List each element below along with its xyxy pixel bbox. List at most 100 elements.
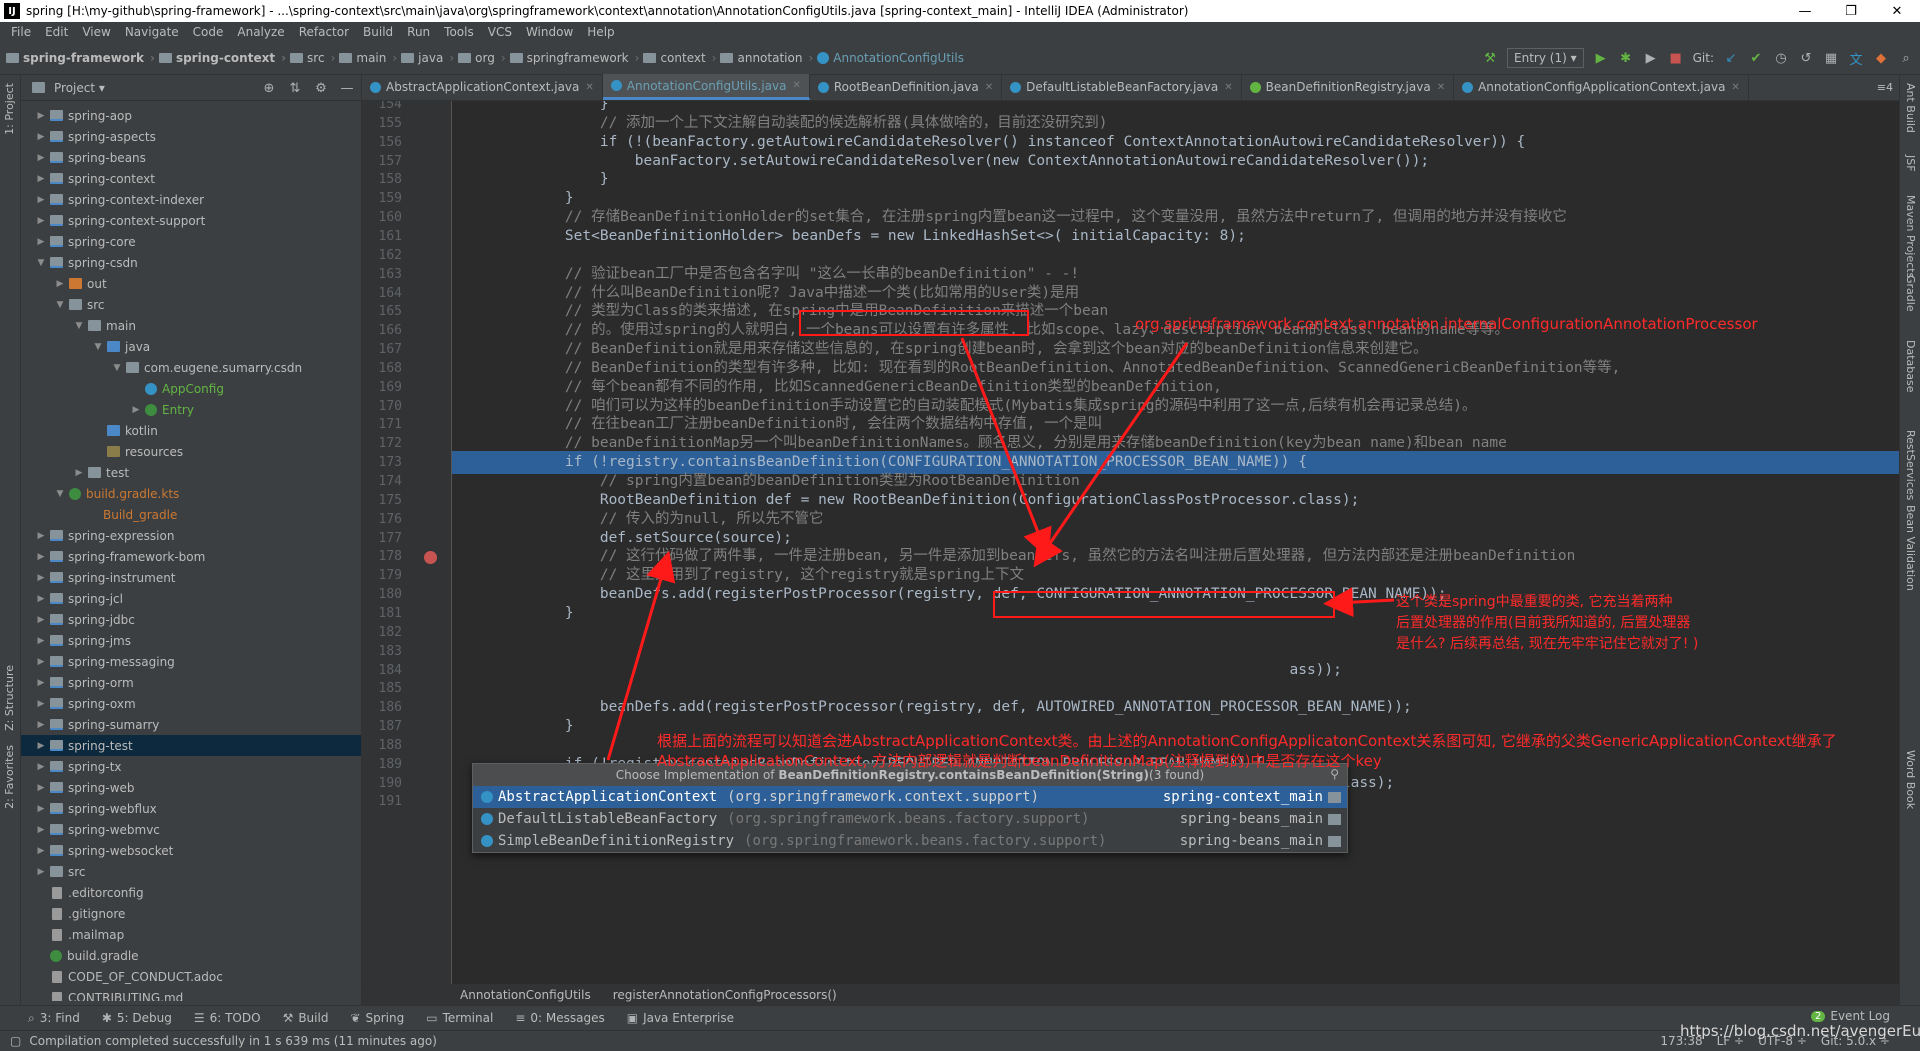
menu-navigate[interactable]: Navigate [118, 22, 186, 42]
chevron-right-icon[interactable]: ▶ [35, 846, 47, 856]
tree-item[interactable]: ▶ spring-context [21, 168, 361, 189]
tree-item[interactable]: ▶ spring-framework-bom [21, 546, 361, 567]
nav-crumb[interactable]: AnnotationConfigUtils [817, 51, 964, 65]
tree-item[interactable]: AppConfig [21, 378, 361, 399]
menu-tools[interactable]: Tools [437, 22, 481, 42]
menu-help[interactable]: Help [580, 22, 621, 42]
nav-crumb[interactable]: spring-framework › [6, 51, 155, 65]
nav-crumb[interactable]: main › [339, 51, 397, 65]
tree-item[interactable]: ▶ spring-oxm [21, 693, 361, 714]
menu-window[interactable]: Window [519, 22, 580, 42]
chevron-down-icon[interactable]: ▼ [35, 258, 47, 268]
tree-item[interactable]: ▶ spring-context-indexer [21, 189, 361, 210]
tree-item[interactable]: ▼ spring-csdn [21, 252, 361, 273]
chevron-right-icon[interactable]: ▶ [35, 552, 47, 562]
chevron-right-icon[interactable]: ▶ [130, 405, 142, 415]
chevron-right-icon[interactable]: ▶ [35, 531, 47, 541]
tree-item[interactable]: ▶ Entry [21, 399, 361, 420]
nav-crumb[interactable]: springframework › [509, 51, 639, 65]
tree-item[interactable]: ▼ build.gradle.kts [21, 483, 361, 504]
locate-icon[interactable]: ⊕ [261, 80, 277, 96]
chevron-right-icon[interactable]: ▶ [35, 594, 47, 604]
restore-button[interactable]: ❐ [1828, 0, 1874, 22]
tree-item[interactable]: ▼ java [21, 336, 361, 357]
close-tab-icon[interactable]: ✕ [1224, 82, 1232, 93]
menu-code[interactable]: Code [186, 22, 231, 42]
chevron-down-icon[interactable]: ▼ [54, 489, 66, 499]
tree-item[interactable]: CODE_OF_CONDUCT.adoc [21, 966, 361, 987]
chevron-right-icon[interactable]: ▶ [35, 237, 47, 247]
chevron-right-icon[interactable]: ▶ [35, 825, 47, 835]
chevron-right-icon[interactable]: ▶ [35, 132, 47, 142]
tool-window--messages[interactable]: ≡ 0: Messages [515, 1011, 604, 1025]
chevron-right-icon[interactable]: ▶ [35, 804, 47, 814]
chevron-right-icon[interactable]: ▶ [35, 657, 47, 667]
editor-tab[interactable]: AnnotationConfigUtils.java ✕ [602, 74, 810, 100]
plugin-icon[interactable]: ◆ [1873, 50, 1889, 66]
tool-tab-gradle[interactable]: Gradle [1904, 275, 1917, 312]
collapse-all-icon[interactable]: ⇅ [287, 80, 303, 96]
tree-item[interactable]: ▶ spring-messaging [21, 651, 361, 672]
chevron-right-icon[interactable]: ▶ [35, 741, 47, 751]
menu-analyze[interactable]: Analyze [230, 22, 291, 42]
structure-tool-tab[interactable]: Z: Structure [3, 665, 16, 731]
nav-crumb[interactable]: context › [643, 51, 716, 65]
git-rollback-icon[interactable]: ↺ [1798, 50, 1814, 66]
chevron-right-icon[interactable]: ▶ [35, 153, 47, 163]
tree-item[interactable]: ▶ test [21, 462, 361, 483]
tree-item[interactable]: ▶ spring-aspects [21, 126, 361, 147]
run-configuration-select[interactable]: Entry (1) ▾ [1507, 48, 1584, 68]
tree-item[interactable]: ▶ spring-jdbc [21, 609, 361, 630]
tree-item[interactable]: ▶ spring-test [21, 735, 361, 756]
nav-crumb[interactable]: java › [401, 51, 454, 65]
tree-item[interactable]: ▶ spring-sumarry [21, 714, 361, 735]
tabs-overflow-icon[interactable]: ≡4 [1877, 81, 1893, 94]
tree-item[interactable]: ▶ src [21, 861, 361, 882]
project-structure-icon[interactable]: ▦ [1823, 50, 1839, 66]
git-update-icon[interactable]: ↙ [1723, 50, 1739, 66]
tool-tab-bean-validation[interactable]: Bean Validation [1904, 505, 1917, 591]
tool-window-build[interactable]: ⚒ Build [283, 1011, 329, 1025]
breakpoint-icon[interactable] [424, 551, 437, 564]
menu-edit[interactable]: Edit [38, 22, 75, 42]
nav-crumb[interactable]: spring-context › [158, 51, 286, 65]
chevron-right-icon[interactable]: ▶ [35, 636, 47, 646]
tree-item[interactable]: .editorconfig [21, 882, 361, 903]
tree-item[interactable]: ▶ spring-jms [21, 630, 361, 651]
editor-tab[interactable]: DefaultListableBeanFactory.java ✕ [1002, 74, 1242, 100]
chevron-right-icon[interactable]: ▶ [35, 720, 47, 730]
chevron-down-icon[interactable]: ▼ [73, 321, 85, 331]
tool-tab-maven-projects[interactable]: Maven Projects [1904, 195, 1917, 278]
tree-item[interactable]: ▼ main [21, 315, 361, 336]
favorites-tool-tab[interactable]: 2: Favorites [3, 745, 16, 809]
nav-crumb[interactable]: src › [290, 51, 335, 65]
tree-item[interactable]: ▶ spring-orm [21, 672, 361, 693]
menu-refactor[interactable]: Refactor [292, 22, 356, 42]
close-tab-icon[interactable]: ✕ [985, 82, 993, 93]
tree-item[interactable]: kotlin [21, 420, 361, 441]
tool-window-java-enterprise[interactable]: ▣ Java Enterprise [627, 1011, 734, 1025]
chevron-right-icon[interactable]: ▶ [54, 279, 66, 289]
close-tab-icon[interactable]: ✕ [1437, 82, 1445, 93]
chevron-right-icon[interactable]: ▶ [35, 699, 47, 709]
status-toggle-icon[interactable]: ▢ [10, 1034, 21, 1048]
tree-item[interactable]: ▶ spring-tx [21, 756, 361, 777]
editor-tab[interactable]: AbstractApplicationContext.java ✕ [362, 74, 603, 100]
tree-item[interactable]: ▶ spring-webflux [21, 798, 361, 819]
tree-item[interactable]: ▼ com.eugene.sumarry.csdn [21, 357, 361, 378]
stop-icon[interactable]: ■ [1668, 50, 1684, 66]
tree-item[interactable]: .gitignore [21, 903, 361, 924]
nav-crumb[interactable]: org › [458, 51, 506, 65]
close-tab-icon[interactable]: ✕ [792, 80, 800, 91]
menu-build[interactable]: Build [356, 22, 400, 42]
run-coverage-icon[interactable]: ▶ [1643, 50, 1659, 66]
tool-tab-database[interactable]: Database [1904, 340, 1917, 393]
translate-icon[interactable]: 文 [1848, 50, 1864, 68]
tree-item[interactable]: ▶ spring-aop [21, 105, 361, 126]
chevron-right-icon[interactable]: ▶ [35, 867, 47, 877]
tool-window--find[interactable]: ⌕ 3: Find [28, 1011, 80, 1026]
tree-item[interactable]: ▶ spring-instrument [21, 567, 361, 588]
tree-item[interactable]: ▶ spring-web [21, 777, 361, 798]
chevron-right-icon[interactable]: ▶ [35, 762, 47, 772]
editor-tab[interactable]: AnnotationConfigApplicationContext.java ✕ [1454, 74, 1749, 100]
